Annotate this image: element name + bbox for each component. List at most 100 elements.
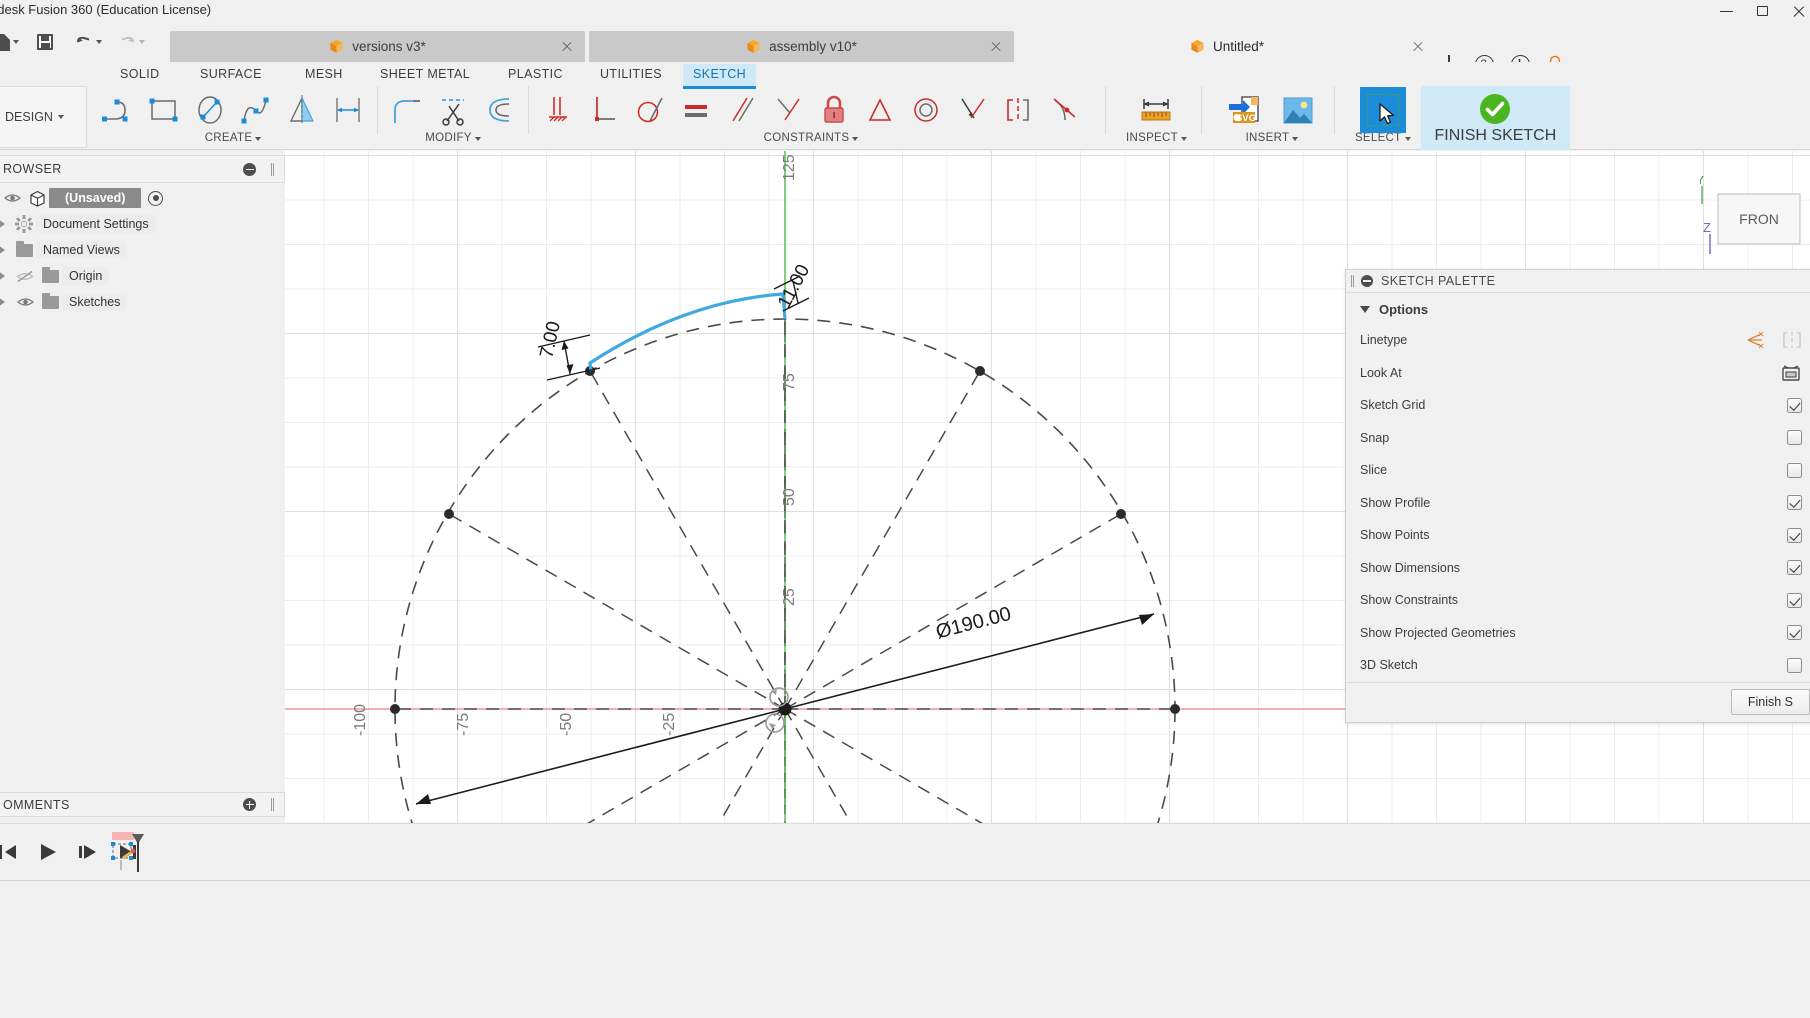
three-d-sketch-checkbox[interactable] (1787, 658, 1802, 673)
tree-item-sketches[interactable]: Sketches (0, 289, 285, 315)
coincident-constraint[interactable] (535, 87, 581, 133)
palette-grip[interactable] (1351, 275, 1354, 287)
equal-constraint[interactable] (673, 87, 719, 133)
vertical-horizontal-constraint[interactable] (581, 87, 627, 133)
palette-row-show-projected-geometries[interactable]: Show Projected Geometries (1346, 617, 1810, 650)
document-tab-assembly[interactable]: assembly v10* (589, 31, 1014, 62)
show-constraints-checkbox[interactable] (1787, 593, 1802, 608)
expand-arrow-icon[interactable] (0, 297, 12, 307)
offset-tool[interactable] (476, 87, 522, 133)
tree-item-unsaved[interactable]: (Unsaved) (0, 185, 285, 211)
workspace-selector[interactable]: DESIGN (0, 86, 87, 148)
minimize-button[interactable] (1720, 4, 1734, 18)
group-label-create: CREATE (205, 132, 262, 144)
spline-tool[interactable] (233, 87, 279, 133)
palette-row-snap[interactable]: Snap (1346, 422, 1810, 455)
tree-item-origin[interactable]: Origin (0, 263, 285, 289)
palette-row-look-at[interactable]: Look At (1346, 357, 1810, 390)
ribbon-tab-mesh[interactable]: MESH (295, 64, 353, 86)
new-document-button[interactable] (0, 28, 23, 56)
document-tab-untitled[interactable]: Untitled* (1018, 31, 1436, 62)
step-back-button[interactable] (0, 840, 20, 864)
sketch-grid-checkbox[interactable] (1787, 398, 1802, 413)
step-forward-button[interactable] (76, 840, 100, 864)
palette-row-slice[interactable]: Slice (1346, 454, 1810, 487)
fix-unfix-constraint[interactable] (811, 87, 857, 133)
collapse-icon[interactable] (243, 163, 256, 176)
construction-linetype-icon[interactable] (1782, 331, 1802, 349)
parallel-constraint[interactable] (719, 87, 765, 133)
ribbon-tab-solid[interactable]: SOLID (110, 64, 170, 86)
tree-item-document-settings[interactable]: Document Settings (0, 211, 285, 237)
slice-checkbox[interactable] (1787, 463, 1802, 478)
concentric-constraint[interactable] (903, 87, 949, 133)
perpendicular-constraint[interactable] (765, 87, 811, 133)
maximize-button[interactable] (1756, 4, 1770, 18)
show-dimensions-checkbox[interactable] (1787, 560, 1802, 575)
insert-svg-tool[interactable]: SVG (1220, 87, 1272, 133)
palette-finish-sketch-button[interactable]: Finish S (1731, 689, 1810, 715)
palette-row-show-points[interactable]: Show Points (1346, 519, 1810, 552)
axis-label-h-25: -25 (661, 713, 678, 736)
midpoint-constraint[interactable] (857, 87, 903, 133)
title-bar: odesk Fusion 360 (Education License) (0, 0, 1810, 22)
line-tool[interactable] (95, 87, 141, 133)
ellipse-tool[interactable] (187, 87, 233, 133)
palette-row-linetype[interactable]: Linetype (1346, 324, 1810, 357)
view-cube[interactable]: FRON Z Y (1700, 176, 1810, 266)
redo-button[interactable] (114, 28, 149, 56)
close-tab-icon[interactable] (561, 41, 573, 53)
close-tab-icon[interactable] (990, 41, 1002, 53)
collinear-constraint[interactable] (949, 87, 995, 133)
activate-component-radio[interactable] (148, 191, 163, 206)
visibility-icon[interactable] (0, 192, 25, 204)
finish-sketch-button[interactable]: FINISH SKETCH (1421, 86, 1571, 150)
palette-row-show-profile[interactable]: Show Profile (1346, 487, 1810, 520)
symmetry-constraint[interactable] (995, 87, 1041, 133)
expand-arrow-icon[interactable] (0, 245, 12, 255)
measure-tool[interactable] (1130, 87, 1182, 133)
visibility-off-icon[interactable] (12, 270, 38, 283)
fillet-tool[interactable] (384, 87, 430, 133)
rectangle-tool[interactable] (141, 87, 187, 133)
look-at-icon[interactable] (1780, 363, 1802, 382)
sketch-feature-marker[interactable] (110, 830, 154, 876)
dimension-tool[interactable] (325, 87, 371, 133)
close-tab-icon[interactable] (1412, 41, 1424, 53)
normal-linetype-icon[interactable] (1746, 331, 1766, 349)
undo-button[interactable] (71, 28, 106, 56)
document-tab-versions[interactable]: versions v3* (170, 31, 585, 62)
ribbon-tab-plastic[interactable]: PLASTIC (498, 64, 573, 86)
palette-section-options[interactable]: Options (1346, 293, 1810, 324)
panel-grip[interactable] (271, 798, 274, 811)
palette-row-sketch-grid[interactable]: Sketch Grid (1346, 389, 1810, 422)
show-profile-checkbox[interactable] (1787, 495, 1802, 510)
select-tool[interactable] (1357, 87, 1409, 133)
ribbon-groups: CREATE (95, 86, 1810, 150)
palette-row-show-dimensions[interactable]: Show Dimensions (1346, 552, 1810, 585)
add-comment-icon[interactable] (243, 798, 256, 811)
palette-row-show-constraints[interactable]: Show Constraints (1346, 584, 1810, 617)
show-points-checkbox[interactable] (1787, 528, 1802, 543)
curvature-constraint[interactable] (1041, 87, 1087, 133)
ribbon-tab-sheet-metal[interactable]: SHEET METAL (370, 64, 480, 86)
panel-grip[interactable] (271, 163, 274, 176)
visibility-icon[interactable] (12, 296, 38, 308)
tree-item-named-views[interactable]: Named Views (0, 237, 285, 263)
insert-image-tool[interactable] (1272, 87, 1324, 133)
tangent-constraint[interactable] (627, 87, 673, 133)
expand-arrow-icon[interactable] (0, 219, 12, 229)
mirror-tool[interactable] (279, 87, 325, 133)
collapse-icon[interactable] (1361, 275, 1373, 287)
trim-tool[interactable] (430, 87, 476, 133)
palette-row-3d-sketch[interactable]: 3D Sketch (1346, 649, 1810, 682)
ribbon-tab-utilities[interactable]: UTILITIES (590, 64, 672, 86)
play-button[interactable] (36, 840, 60, 864)
save-button[interactable] (33, 28, 57, 56)
close-button[interactable] (1792, 4, 1806, 18)
expand-arrow-icon[interactable] (0, 271, 12, 281)
ribbon-tab-surface[interactable]: SURFACE (190, 64, 272, 86)
palette-label: Snap (1360, 431, 1787, 445)
snap-checkbox[interactable] (1787, 430, 1802, 445)
show-projected-geometries-checkbox[interactable] (1787, 625, 1802, 640)
